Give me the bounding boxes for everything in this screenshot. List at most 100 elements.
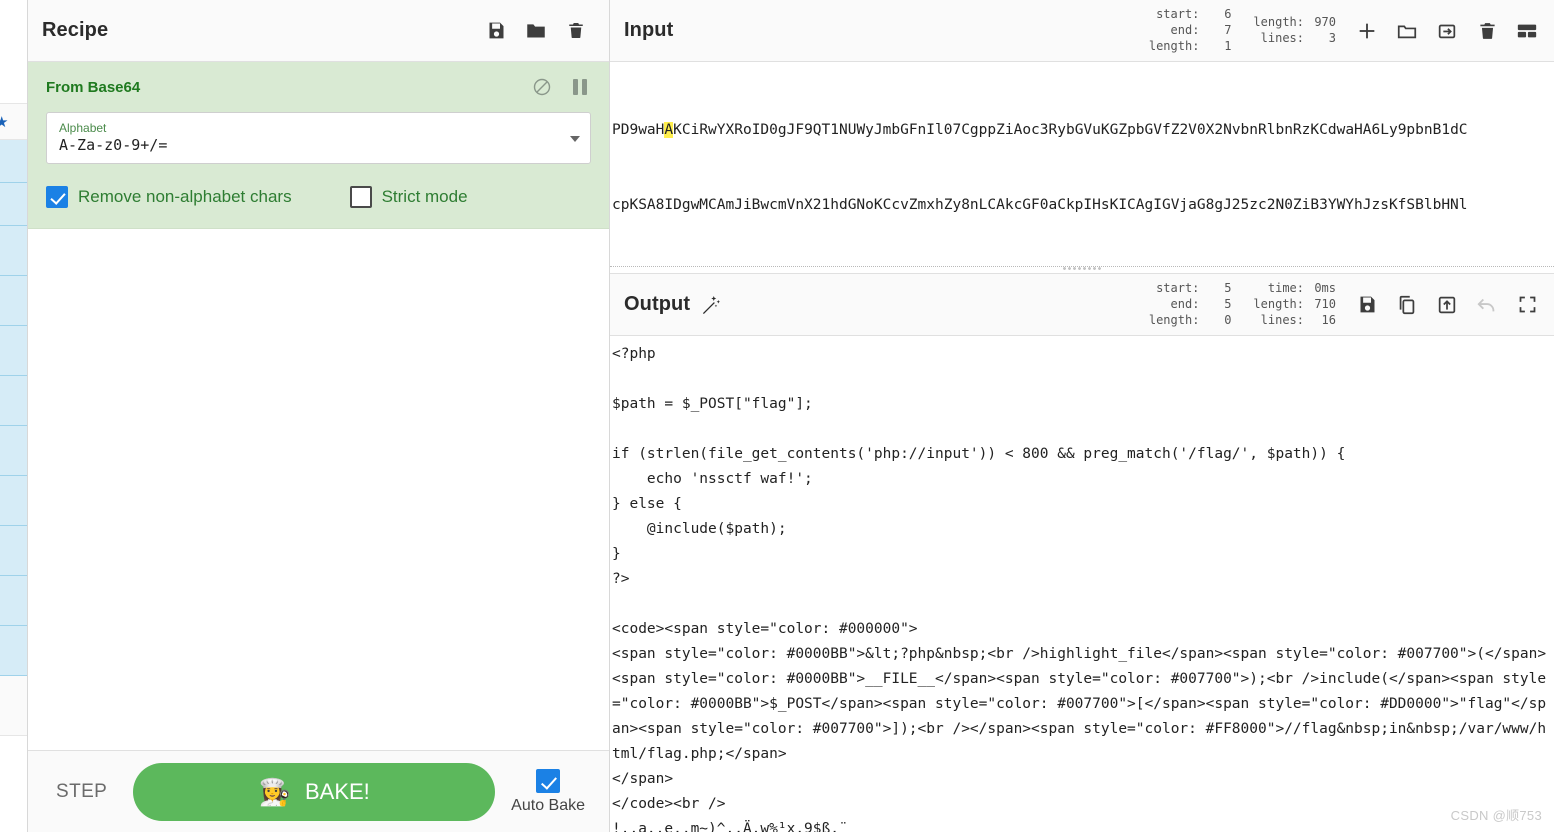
input-title-bar: Input start: 6 end: 7 length: 1 length: 970 … xyxy=(610,0,1554,62)
output-toolbar xyxy=(1356,294,1538,316)
output-line: if (strlen(file_get_contents('php://inpu… xyxy=(612,446,1346,462)
open-folder-icon[interactable] xyxy=(1396,20,1418,42)
input-end-label: end: xyxy=(1170,23,1200,37)
output-line: <?php xyxy=(612,346,656,362)
output-time-value: 0ms xyxy=(1314,281,1336,295)
auto-bake-toggle[interactable]: Auto Bake xyxy=(511,768,591,815)
input-lines-value: 3 xyxy=(1328,31,1336,45)
operation-list-item[interactable] xyxy=(0,626,27,676)
bake-button-label: BAKE! xyxy=(304,778,370,804)
add-input-tab-icon[interactable] xyxy=(1356,20,1378,42)
chevron-down-icon[interactable] xyxy=(570,136,580,142)
recipe-toolbar xyxy=(485,20,587,42)
output-stats-meta: time: 0ms length: 710 lines: 16 xyxy=(1253,281,1336,328)
strict-mode-checkbox[interactable]: Strict mode xyxy=(349,186,468,208)
operation-list-item[interactable] xyxy=(0,276,27,326)
load-recipe-icon[interactable] xyxy=(525,20,547,42)
operation-list-item[interactable] xyxy=(0,376,27,426)
save-output-icon[interactable] xyxy=(1356,294,1378,316)
input-end-value: 7 xyxy=(1224,23,1232,37)
input-title-wrap: Input xyxy=(610,19,673,42)
output-line: </code><br /> xyxy=(612,796,726,812)
alphabet-label: Alphabet xyxy=(59,121,107,135)
input-toolbar xyxy=(1356,20,1538,42)
recipe-operations-list[interactable]: From Base64 Alphabet A-Za-z0-9+/= Remove… xyxy=(28,62,609,750)
input-size-meta: length: 970 lines: 3 xyxy=(1253,15,1336,46)
output-end-value: 5 xyxy=(1224,297,1232,311)
cyberchef-app: ★ Recipe xyxy=(0,0,1554,832)
reset-pane-layout-icon[interactable] xyxy=(1516,20,1538,42)
recipe-operation-title: From Base64 xyxy=(46,78,141,96)
checkbox-box[interactable] xyxy=(349,186,372,208)
recipe-operation-from-base64[interactable]: From Base64 Alphabet A-Za-z0-9+/= Remove… xyxy=(28,62,609,229)
chef-icon: 👩‍🍳 xyxy=(258,776,291,807)
clear-input-icon[interactable] xyxy=(1476,20,1498,42)
operation-list-item[interactable] xyxy=(0,426,27,476)
operations-panel-sliver[interactable]: ★ xyxy=(0,0,28,832)
output-line: <code><span style="color: #000000"> xyxy=(612,621,918,637)
step-button[interactable]: STEP xyxy=(46,781,117,803)
output-sel-length-value: 0 xyxy=(1224,313,1232,327)
maximise-output-icon[interactable] xyxy=(1516,294,1538,316)
bake-button[interactable]: 👩‍🍳 BAKE! xyxy=(133,762,496,821)
operation-list-item[interactable] xyxy=(0,326,27,376)
output-time-label: time: xyxy=(1267,281,1304,295)
operations-panel-footer xyxy=(0,676,27,736)
output-sel-length-label: length: xyxy=(1148,313,1200,327)
recipe-panel: Recipe From Base64 Alphabet A-Za-z0-9+/=… xyxy=(28,0,610,832)
output-line: $path = $_POST["flag"]; xyxy=(612,396,813,412)
output-title-bar: Output start: 5 end: 5 length: 0 time: 0… xyxy=(610,274,1554,336)
operation-list-item[interactable] xyxy=(0,576,27,626)
operations-search-row[interactable] xyxy=(0,0,27,104)
input-length-label: length: xyxy=(1253,15,1304,29)
output-line: ?> xyxy=(612,571,630,587)
input-lines-label: lines: xyxy=(1260,31,1304,45)
pane-resize-grip[interactable] xyxy=(1062,266,1102,271)
output-length-value: 710 xyxy=(1314,297,1336,311)
output-text[interactable]: <?php $path = $_POST["flag"]; if (strlen… xyxy=(610,336,1554,832)
alphabet-field[interactable]: Alphabet A-Za-z0-9+/= xyxy=(46,112,591,164)
replace-input-icon[interactable] xyxy=(1436,294,1458,316)
recipe-controls-bar: STEP 👩‍🍳 BAKE! Auto Bake xyxy=(28,750,609,832)
output-line: <span style="color: #0000BB">&lt;?php&nb… xyxy=(612,646,1547,762)
input-start-value: 6 xyxy=(1224,7,1232,21)
output-line: !..a..e..m~)^..Ä.w%¹x.9$ß.¨ xyxy=(612,821,848,832)
output-title-wrap: Output xyxy=(610,293,722,316)
input-text-area[interactable]: PD9waHAKCiRwYXRoID0gJF9QT1NUWyJmbGFnIl07… xyxy=(610,62,1554,274)
recipe-title-bar: Recipe xyxy=(28,0,609,62)
operation-list-item[interactable] xyxy=(0,476,27,526)
copy-output-icon[interactable] xyxy=(1396,294,1418,316)
operations-favourites-header[interactable]: ★ xyxy=(0,104,27,140)
input-text[interactable]: PD9waHAKCiRwYXRoID0gJF9QT1NUWyJmbGFnIl07… xyxy=(610,62,1554,273)
remove-non-alphabet-chars-checkbox[interactable]: Remove non-alphabet chars xyxy=(46,186,292,208)
operation-list-item[interactable] xyxy=(0,226,27,276)
alphabet-value[interactable]: A-Za-z0-9+/= xyxy=(59,135,560,155)
disable-operation-icon[interactable] xyxy=(531,76,553,98)
checkbox-box[interactable] xyxy=(46,186,68,208)
operation-list-item[interactable] xyxy=(0,183,27,226)
output-line: </span> xyxy=(612,771,674,787)
undo-icon[interactable] xyxy=(1476,294,1498,316)
input-line-1-post: KCiRwYXRoID0gJF9QT1NUWyJmbGFnIl07CgppZiA… xyxy=(673,122,1468,138)
open-file-icon[interactable] xyxy=(1436,20,1458,42)
input-line-1-pre: PD9waH xyxy=(612,122,665,138)
save-recipe-icon[interactable] xyxy=(485,20,507,42)
recipe-operation-controls xyxy=(531,76,591,98)
output-selection-meta: start: 5 end: 5 length: 0 xyxy=(1149,281,1232,328)
recipe-operation-header: From Base64 xyxy=(46,76,591,98)
breakpoint-pause-icon[interactable] xyxy=(569,76,591,98)
output-text-area[interactable]: <?php $path = $_POST["flag"]; if (strlen… xyxy=(610,336,1554,832)
output-start-value: 5 xyxy=(1224,281,1232,295)
checkbox-box[interactable] xyxy=(536,768,561,793)
input-selection-highlight: A xyxy=(664,122,674,138)
operation-list-item[interactable] xyxy=(0,526,27,576)
operation-list-item[interactable] xyxy=(0,140,27,183)
input-title: Input xyxy=(624,19,674,41)
clear-recipe-icon[interactable] xyxy=(565,20,587,42)
operations-panel-footer-2 xyxy=(0,736,27,780)
magic-wand-icon[interactable] xyxy=(700,294,722,316)
output-lines-value: 16 xyxy=(1321,313,1336,327)
